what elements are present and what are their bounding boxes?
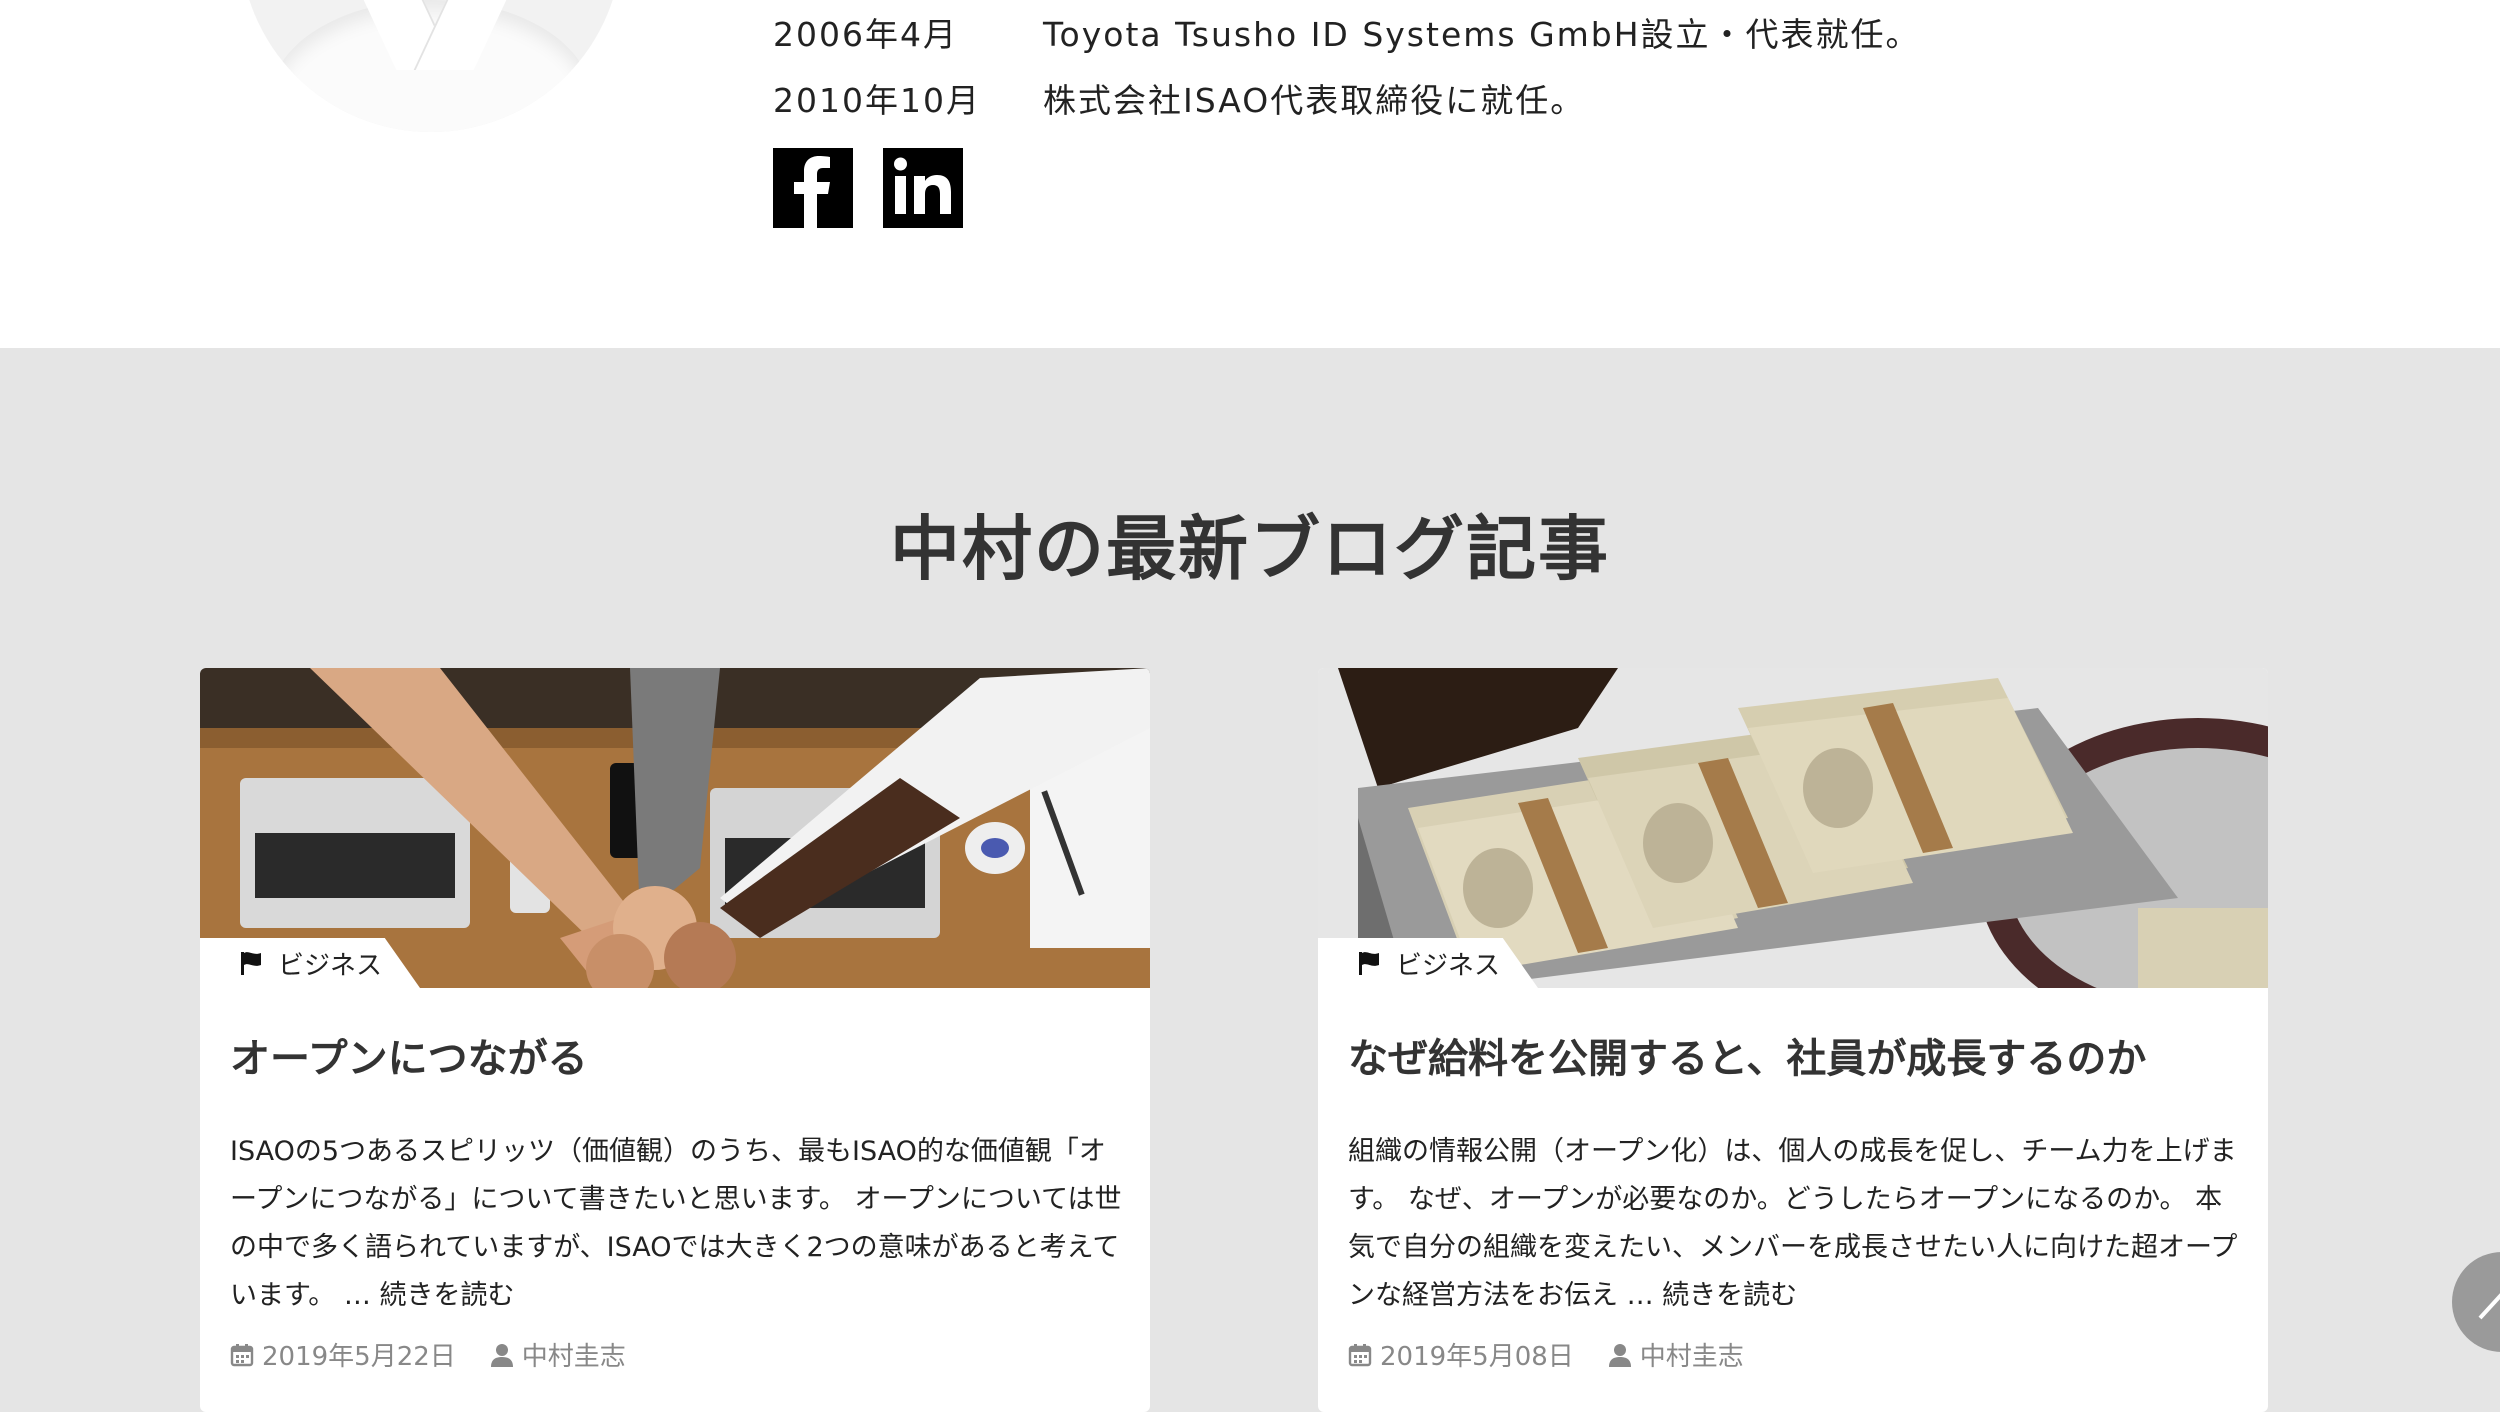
category-label[interactable]: ビジネス [200,938,420,988]
chevron-up-icon [2478,1293,2500,1320]
calendar-icon [1348,1343,1372,1366]
linkedin-link[interactable] [883,148,963,228]
user-icon [1608,1343,1631,1367]
post-meta: 2019年5月08日 中村圭志 [1348,1336,1744,1373]
facebook-icon [794,156,830,228]
post-author[interactable]: 中村圭志 [522,1336,626,1373]
post-meta: 2019年5月22日 中村圭志 [230,1336,626,1373]
category-text: ビジネス [278,950,383,981]
history-date: 2006年4月 [773,15,958,54]
post-date: 2019年5月22日 [262,1342,456,1372]
post-title[interactable]: なぜ給料を公開すると、社員が成長するのか [1348,1026,2248,1084]
flag-icon [241,952,261,975]
blog-card[interactable]: ビジネス オープンにつながる ISAOの5つあるスピリッツ（価値観）のうち、最も… [200,668,1150,1412]
calendar-icon [230,1343,254,1366]
linkedin-icon [894,157,951,214]
section-title: 中村の最新ブログ記事 [890,508,1610,590]
latest-blog-section: 中村の最新ブログ記事 ビジネス オープンにつながる ISAOの5つあるスピリッツ… [0,348,2500,1412]
post-title[interactable]: オープンにつながる [230,1026,1130,1084]
history-event: 株式会社ISAO代表取締役に就任。 [1043,81,1586,120]
post-author[interactable]: 中村圭志 [1640,1336,1744,1373]
post-excerpt: 組織の情報公開（オープン化）は、個人の成長を促し、チーム力を上げます。 なぜ、オ… [1348,1136,2238,1311]
history-event: Toyota Tsusho ID Systems GmbH設立・代表就任。 [1043,15,1921,54]
category-label[interactable]: ビジネス [1318,938,1538,988]
user-icon [490,1343,513,1367]
profile-section: 2006年4月 Toyota Tsusho ID Systems GmbH設立・… [0,0,2500,348]
flag-icon [1359,952,1379,975]
category-text: ビジネス [1396,950,1501,981]
post-date: 2019年5月08日 [1380,1342,1574,1372]
post-excerpt: ISAOの5つあるスピリッツ（価値観）のうち、最もISAO的な価値観「オープンに… [230,1136,1122,1311]
blog-card[interactable]: ビジネス なぜ給料を公開すると、社員が成長するのか 組織の情報公開（オープン化）… [1318,668,2268,1412]
facebook-link[interactable] [773,148,853,228]
profile-photo [240,0,622,132]
history-date: 2010年10月 [773,81,981,120]
